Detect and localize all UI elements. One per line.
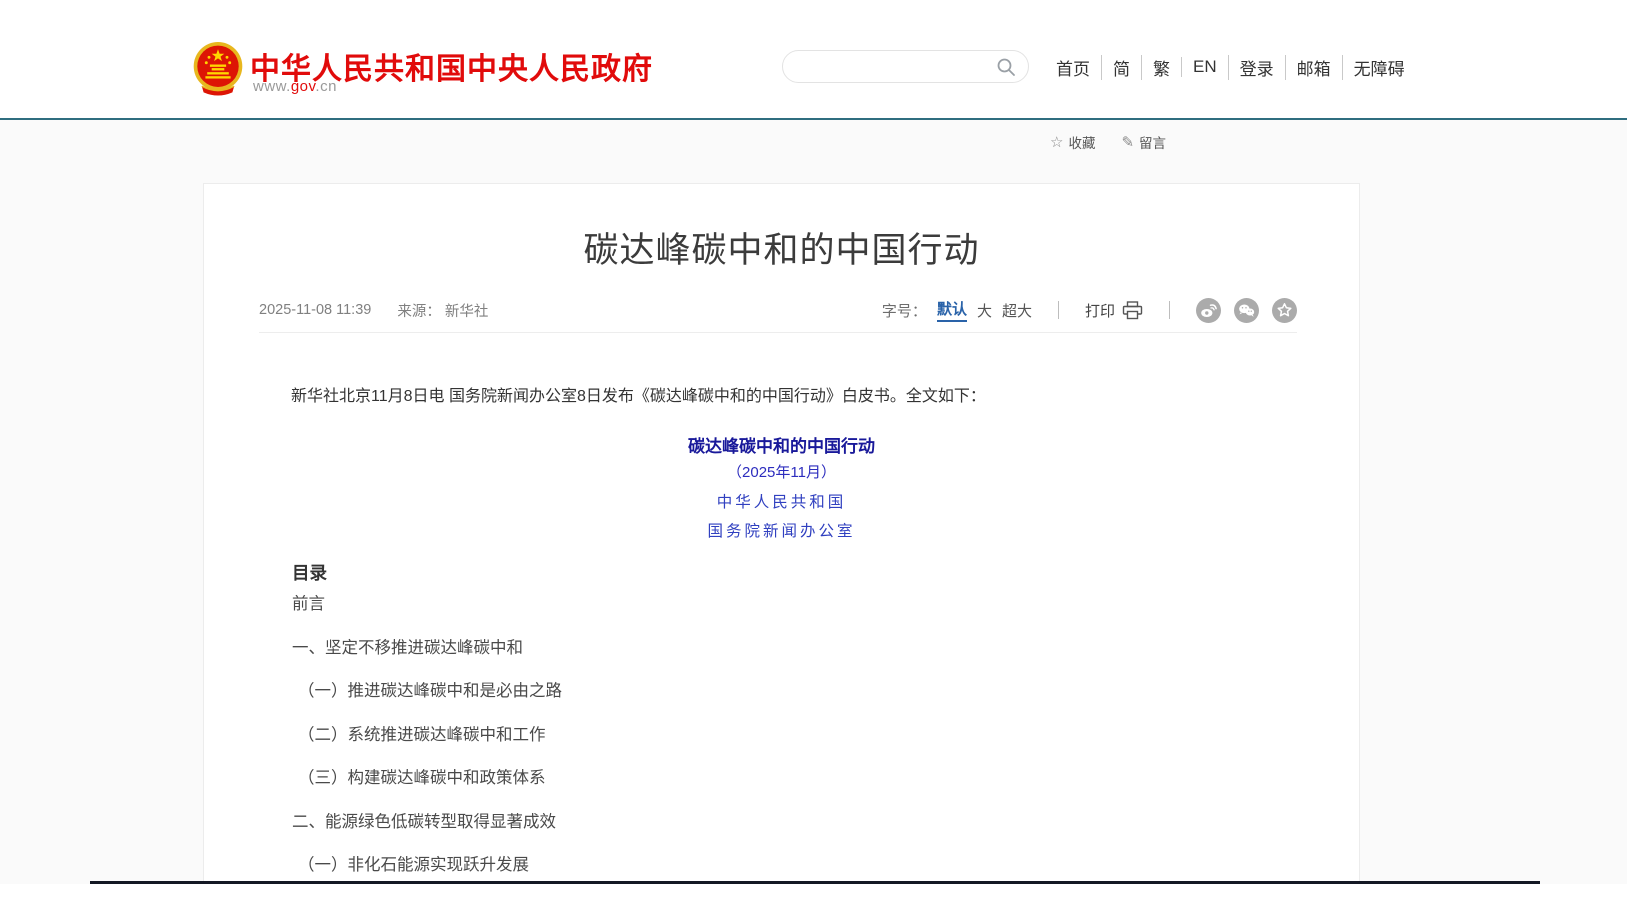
font-size-default[interactable]: 默认 [937,298,967,322]
source-value: 新华社 [445,304,489,320]
printer-icon [1122,301,1143,320]
source-label: 来源： [397,304,441,320]
favorite-star-icon: ☆ [1050,133,1063,151]
search-icon[interactable] [996,57,1016,77]
nav-home[interactable]: 首页 [1045,55,1101,80]
meta-divider [259,332,1297,333]
separator [1058,301,1059,319]
article-card: 碳达峰碳中和的中国行动 2025-11-08 11:39 来源： 新华社 字号：… [203,183,1360,915]
article-date: 2025-11-08 11:39 [259,302,371,318]
toc-item-foreword: 前言 [292,596,562,613]
url-highlight: gov [291,78,316,95]
toc-item-section1-1: （一）推进碳达峰碳中和是必由之路 [292,683,562,700]
article-meta-right: 字号： 默认 大 超大 打印 [882,298,1297,323]
page-actions: ☆ 收藏 ✎ 留言 [1050,132,1166,152]
nav-accessibility[interactable]: 无障碍 [1342,55,1416,80]
weibo-share-icon[interactable] [1196,298,1221,323]
article-source: 来源： 新华社 [397,300,488,321]
nav-traditional[interactable]: 繁 [1141,55,1181,80]
top-navigation: 首页 简 繁 EN 登录 邮箱 无障碍 [1045,54,1416,80]
comment-pencil-icon: ✎ [1121,133,1134,151]
toc-item-section2-1: （一）非化石能源实现跃升发展 [292,857,562,874]
nav-mail[interactable]: 邮箱 [1285,55,1342,80]
nav-simplified[interactable]: 简 [1101,55,1141,80]
font-size-xlarge[interactable]: 超大 [1002,300,1032,321]
print-button[interactable]: 打印 [1085,300,1143,321]
separator [1169,301,1170,319]
favorite-label: 收藏 [1068,132,1095,152]
article-meta-left: 2025-11-08 11:39 来源： 新华社 [259,300,488,321]
page: 中华人民共和国中央人民政府 www.gov.cn 首页 简 繁 EN 登录 邮箱… [0,0,1627,915]
search-box[interactable] [782,50,1029,83]
national-emblem-icon [191,41,245,97]
comment-label: 留言 [1139,132,1166,152]
article-intro: 新华社北京11月8日电 国务院新闻办公室8日发布《碳达峰碳中和的中国行动》白皮书… [259,384,1304,409]
toc-item-section1-3: （三）构建碳达峰碳中和政策体系 [292,770,562,787]
article-meta-row: 2025-11-08 11:39 来源： 新华社 字号： 默认 大 超大 打印 [259,297,1297,323]
font-size-large[interactable]: 大 [977,300,992,321]
search-input[interactable] [799,59,996,75]
font-size-label: 字号： [882,300,927,321]
nav-login[interactable]: 登录 [1228,55,1285,80]
url-prefix: www. [253,78,291,95]
share-icons [1196,298,1297,323]
site-url: www.gov.cn [253,78,337,95]
toc-item-section2: 二、能源绿色低碳转型取得显著成效 [292,814,562,831]
site-header: 中华人民共和国中央人民政府 www.gov.cn 首页 简 繁 EN 登录 邮箱… [0,0,1627,120]
comment-button[interactable]: ✎ 留言 [1121,132,1166,152]
table-of-contents: 前言 一、坚定不移推进碳达峰碳中和 （一）推进碳达峰碳中和是必由之路 （二）系统… [292,596,562,901]
more-share-star-icon[interactable] [1272,298,1297,323]
nav-english[interactable]: EN [1181,57,1228,77]
bottom-strip [0,884,1627,915]
whitepaper-date: （2025年11月） [204,461,1359,482]
whitepaper-title: 碳达峰碳中和的中国行动 [204,432,1359,457]
toc-item-section1-2: （二）系统推进碳达峰碳中和工作 [292,727,562,744]
print-label: 打印 [1085,300,1115,321]
wechat-share-icon[interactable] [1234,298,1259,323]
bottom-divider [90,881,1540,884]
whitepaper-org-line2: 国务院新闻办公室 [204,519,1359,541]
whitepaper-org-line1: 中华人民共和国 [204,490,1359,512]
article-title: 碳达峰碳中和的中国行动 [204,222,1359,273]
toc-item-section1: 一、坚定不移推进碳达峰碳中和 [292,640,562,657]
url-suffix: .cn [315,78,337,95]
favorite-button[interactable]: ☆ 收藏 [1050,132,1095,152]
toc-title: 目录 [292,560,327,585]
